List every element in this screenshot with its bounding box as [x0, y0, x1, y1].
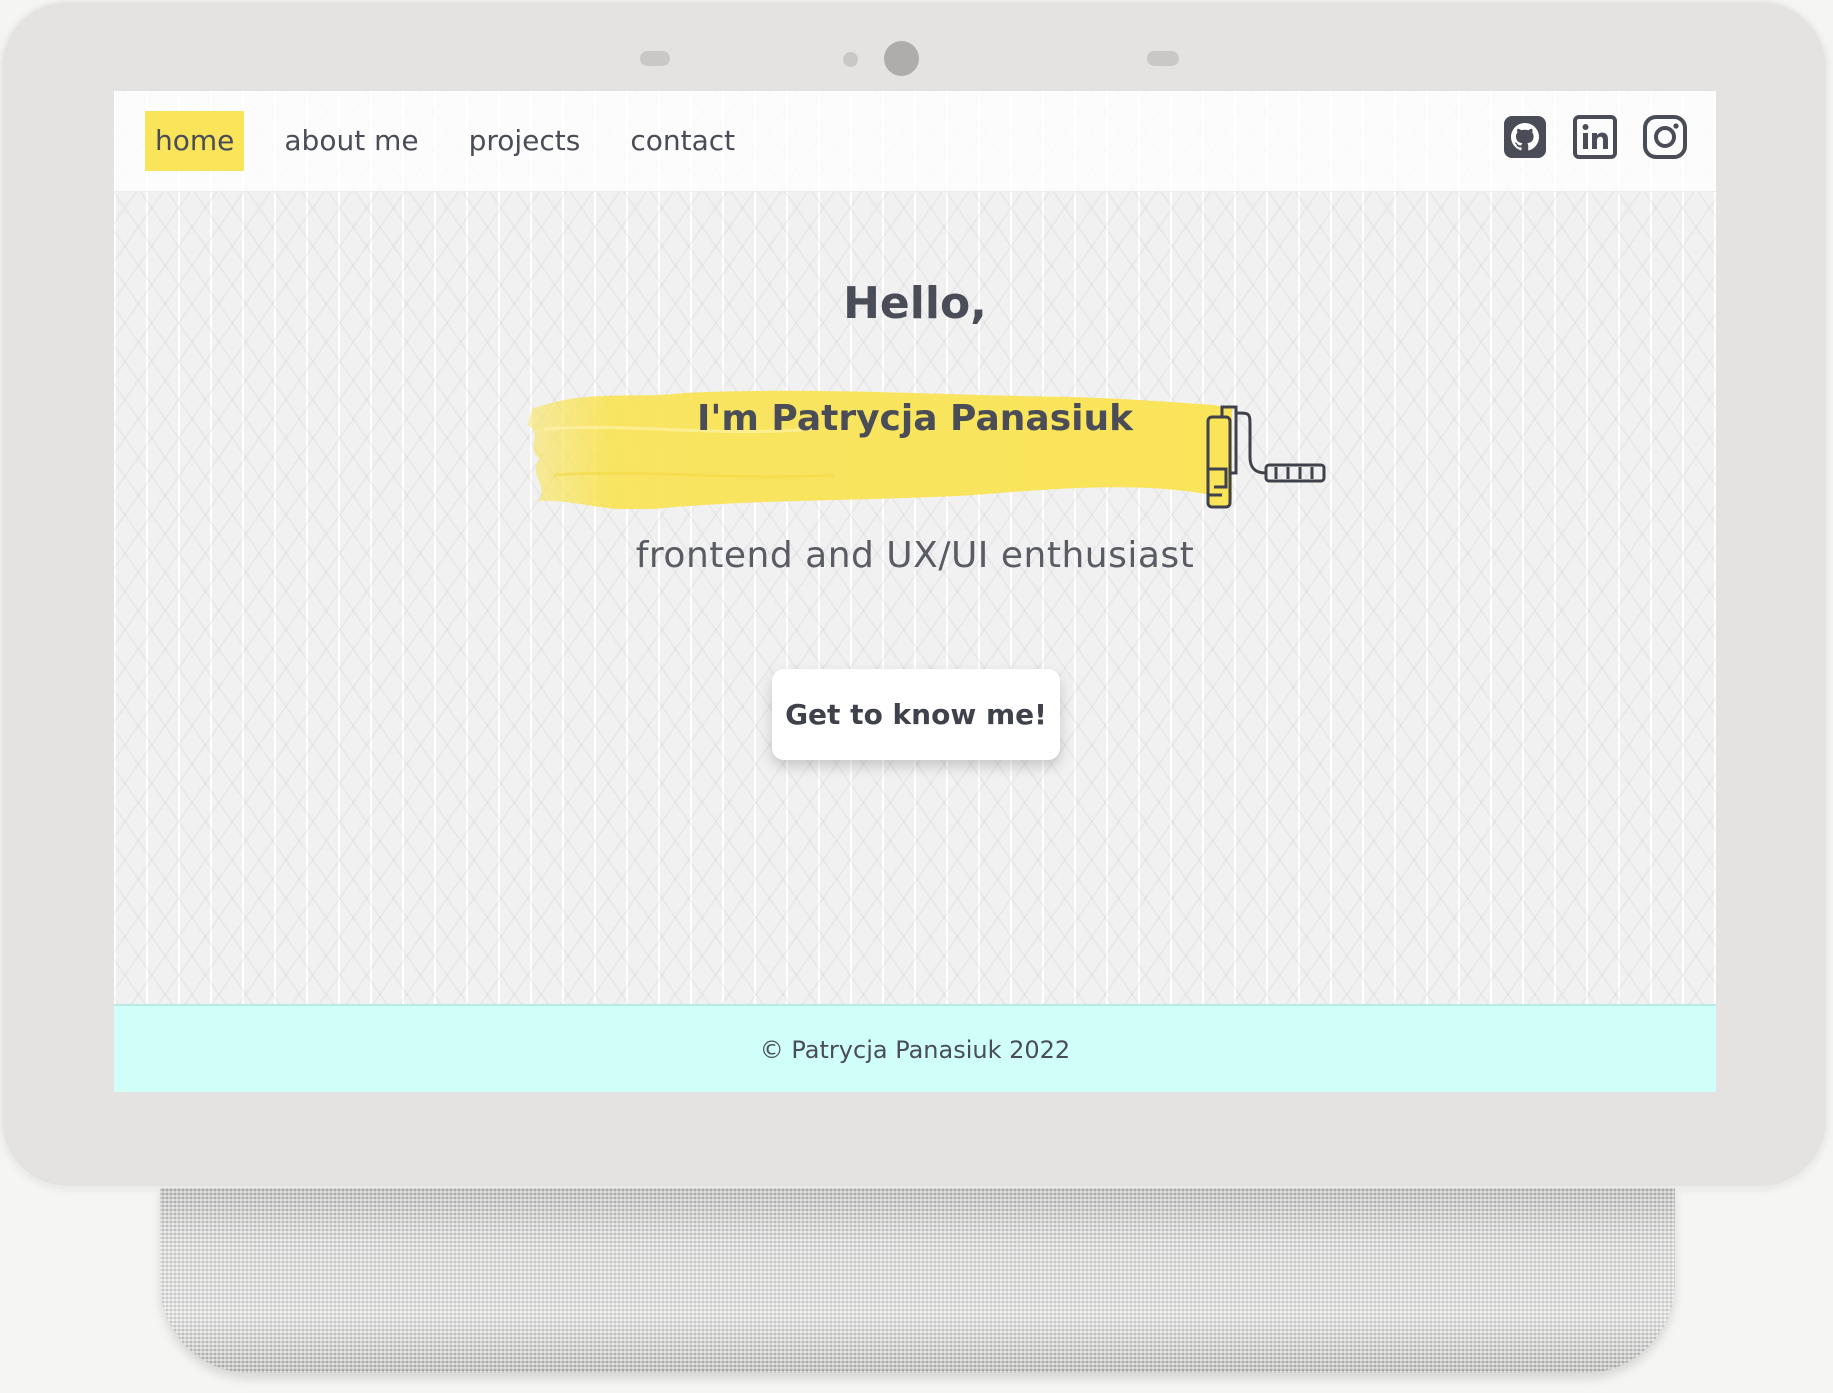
- hero-name: I'm Patrycja Panasiuk: [696, 398, 1134, 439]
- linkedin-icon[interactable]: [1572, 114, 1618, 160]
- camera-icon: [884, 41, 919, 76]
- sensor-right: [1147, 51, 1179, 66]
- github-icon[interactable]: [1502, 114, 1548, 160]
- social-links: [1502, 114, 1688, 160]
- instagram-icon[interactable]: [1642, 114, 1688, 160]
- nav-about-me[interactable]: about me: [274, 111, 428, 171]
- footer-copyright: © Patrycja Panasiuk 2022: [759, 1036, 1071, 1064]
- nav-links: home about me projects contact: [145, 111, 775, 171]
- hero-tagline: frontend and UX/UI enthusiast: [635, 535, 1195, 576]
- sensor-left: [640, 51, 670, 66]
- device-stand: [160, 1188, 1675, 1373]
- screen: home about me projects contact Hello, I'…: [114, 91, 1716, 1092]
- sensor-dot: [843, 52, 858, 67]
- device-frame: home about me projects contact Hello, I'…: [0, 0, 1828, 1188]
- nav-home[interactable]: home: [145, 111, 245, 171]
- nav-projects[interactable]: projects: [459, 111, 591, 171]
- hero-greeting: Hello,: [843, 278, 987, 329]
- nav-contact[interactable]: contact: [620, 111, 745, 171]
- get-to-know-me-button[interactable]: Get to know me!: [772, 669, 1060, 760]
- knit-background: [114, 91, 1716, 1092]
- footer: © Patrycja Panasiuk 2022: [114, 1004, 1716, 1092]
- navbar: home about me projects contact: [114, 91, 1716, 192]
